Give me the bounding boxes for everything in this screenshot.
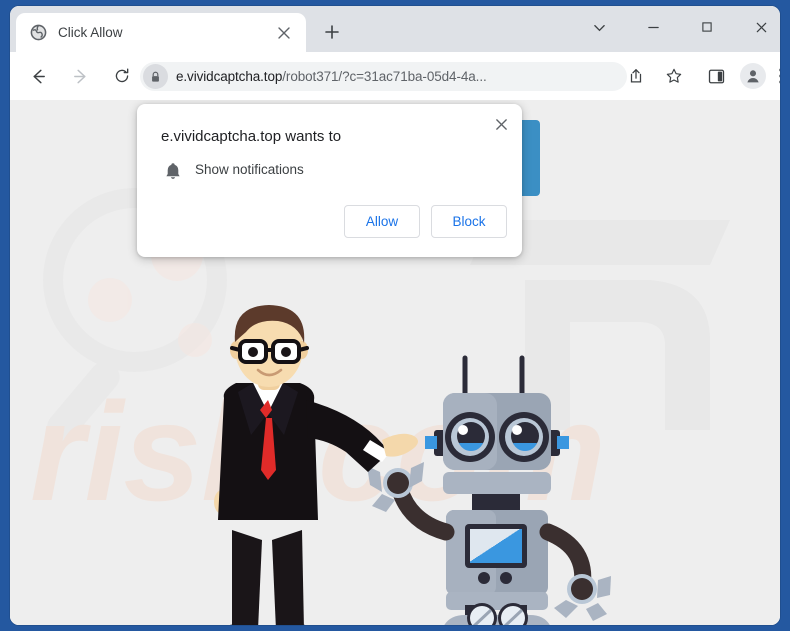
reload-button[interactable] [106, 60, 138, 92]
share-button[interactable] [620, 60, 652, 92]
back-button[interactable] [22, 60, 54, 92]
block-button[interactable]: Block [431, 205, 507, 238]
browser-window: Click Allow e.vividcaptcha.top/robot371/… [10, 6, 780, 625]
avatar [740, 63, 766, 89]
back-arrow-icon [33, 69, 45, 83]
notification-permission-dialog: e.vividcaptcha.top wants to Show notific… [137, 104, 522, 257]
tab-close-icon[interactable] [272, 21, 296, 45]
tab-search-button[interactable] [578, 10, 620, 44]
address-bar[interactable]: e.vividcaptcha.top/robot371/?c=31ac71ba-… [140, 62, 627, 91]
permission-label: Show notifications [195, 162, 304, 177]
globe-icon [30, 24, 47, 41]
maximize-button[interactable] [686, 10, 728, 44]
plus-icon [325, 25, 339, 39]
side-panel-icon [708, 69, 724, 83]
side-panel-button[interactable] [700, 60, 732, 92]
dialog-title: e.vividcaptcha.top wants to [161, 128, 342, 145]
minimize-icon [647, 26, 659, 28]
forward-arrow-icon [73, 69, 85, 83]
url-text: e.vividcaptcha.top/robot371/?c=31ac71ba-… [176, 69, 487, 84]
site-info-button[interactable] [143, 64, 168, 89]
maximize-icon [702, 22, 712, 32]
bell-icon [166, 163, 180, 179]
close-glyph [278, 26, 290, 39]
browser-toolbar: e.vividcaptcha.top/robot371/?c=31ac71ba-… [10, 52, 780, 100]
tab-title: Click Allow [58, 25, 123, 40]
window-close-button[interactable] [740, 10, 780, 44]
close-icon [495, 118, 507, 130]
forward-button[interactable] [64, 60, 96, 92]
three-dot-menu-icon [779, 68, 780, 84]
browser-tab[interactable]: Click Allow [16, 13, 306, 52]
minimize-button[interactable] [632, 10, 674, 44]
page-content: risk.com e.vividcaptcha.top wants to Sho… [10, 100, 780, 625]
star-icon [666, 68, 682, 83]
profile-button[interactable] [737, 60, 769, 92]
close-icon [756, 22, 766, 32]
lock-icon [152, 71, 159, 82]
reload-icon [115, 68, 129, 83]
url-host: e.vividcaptcha.top [176, 69, 283, 84]
profile-avatar-icon [747, 70, 759, 83]
chrome-menu-button[interactable] [771, 60, 780, 92]
desktop-background: Click Allow e.vividcaptcha.top/robot371/… [0, 0, 790, 631]
tab-strip: Click Allow [10, 6, 780, 52]
new-tab-button[interactable] [318, 18, 346, 46]
bookmark-button[interactable] [658, 60, 690, 92]
chevron-down-icon [593, 24, 605, 31]
url-path: /robot371/?c=31ac71ba-05d4-4a... [282, 69, 487, 84]
allow-button[interactable]: Allow [344, 205, 420, 238]
share-icon [630, 69, 642, 83]
dialog-close-button[interactable] [488, 111, 514, 137]
